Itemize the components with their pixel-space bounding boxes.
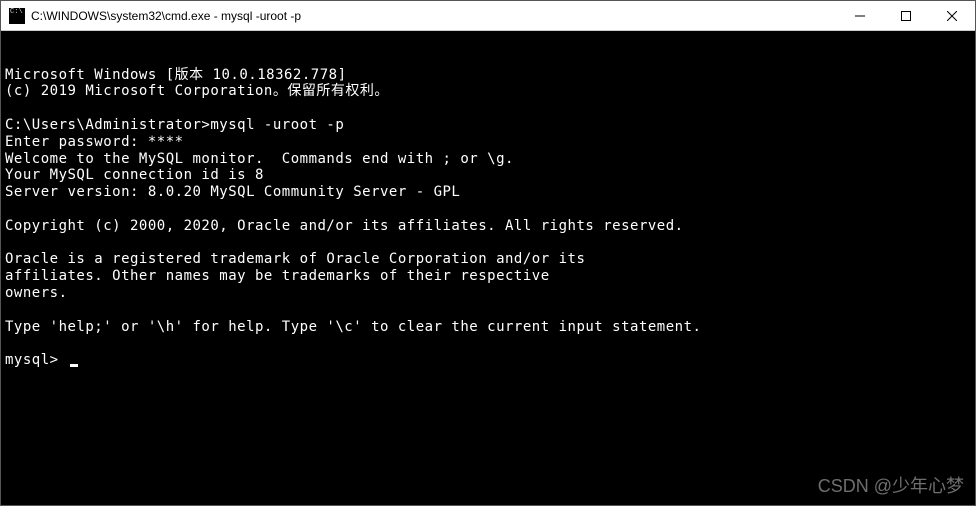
terminal-line: Enter password: **** <box>5 134 971 151</box>
terminal-line: Server version: 8.0.20 MySQL Community S… <box>5 184 971 201</box>
terminal-line: Copyright (c) 2000, 2020, Oracle and/or … <box>5 218 971 235</box>
window-title: C:\WINDOWS\system32\cmd.exe - mysql -uro… <box>31 9 837 23</box>
cmd-window: C:\WINDOWS\system32\cmd.exe - mysql -uro… <box>0 0 976 506</box>
terminal-line: (c) 2019 Microsoft Corporation。保留所有权利。 <box>5 83 971 100</box>
terminal-line: Welcome to the MySQL monitor. Commands e… <box>5 151 971 168</box>
terminal-line <box>5 302 971 319</box>
mysql-prompt: mysql> <box>5 352 68 368</box>
close-icon <box>947 11 957 21</box>
terminal-line: Microsoft Windows [版本 10.0.18362.778] <box>5 67 971 84</box>
minimize-icon <box>855 11 865 21</box>
cursor <box>70 364 78 367</box>
terminal-output[interactable]: Microsoft Windows [版本 10.0.18362.778](c)… <box>1 31 975 505</box>
window-controls <box>837 1 975 31</box>
titlebar[interactable]: C:\WINDOWS\system32\cmd.exe - mysql -uro… <box>1 1 975 31</box>
terminal-line: Your MySQL connection id is 8 <box>5 167 971 184</box>
terminal-line: Oracle is a registered trademark of Orac… <box>5 251 971 268</box>
maximize-icon <box>901 11 911 21</box>
terminal-line <box>5 100 971 117</box>
close-button[interactable] <box>929 1 975 31</box>
cmd-icon <box>9 8 25 24</box>
terminal-line: affiliates. Other names may be trademark… <box>5 268 971 285</box>
terminal-line <box>5 201 971 218</box>
minimize-button[interactable] <box>837 1 883 31</box>
terminal-line: C:\Users\Administrator>mysql -uroot -p <box>5 117 971 134</box>
maximize-button[interactable] <box>883 1 929 31</box>
terminal-line: Type 'help;' or '\h' for help. Type '\c'… <box>5 319 971 336</box>
terminal-line <box>5 335 971 352</box>
terminal-line <box>5 235 971 252</box>
terminal-line: owners. <box>5 285 971 302</box>
